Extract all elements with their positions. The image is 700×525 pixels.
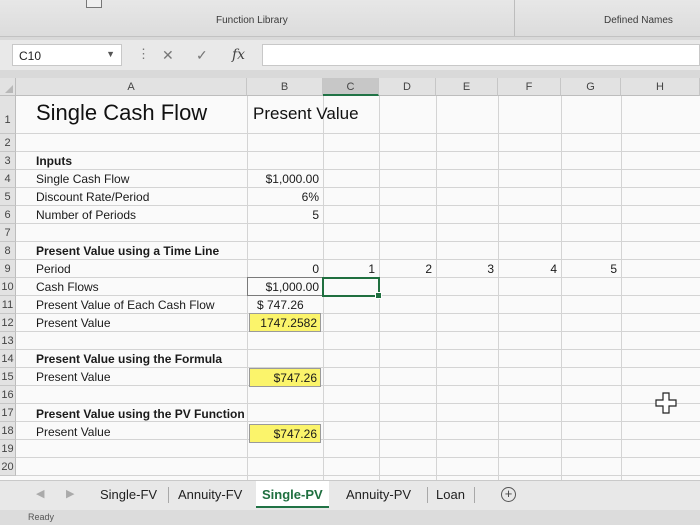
cell-a3[interactable]: Inputs — [36, 152, 72, 170]
row-header-12[interactable]: 12 — [0, 314, 16, 332]
defined-names-group-label: Defined Names — [604, 15, 673, 26]
tab-annuity-fv[interactable]: Annuity-FV — [172, 481, 248, 508]
cell-a18[interactable]: Present Value — [36, 423, 111, 441]
cell-a6[interactable]: Number of Periods — [36, 206, 136, 224]
tab-loan[interactable]: Loan — [430, 481, 471, 508]
function-library-group-label: Function Library — [216, 15, 288, 26]
cell-a10[interactable]: Cash Flows — [36, 278, 99, 296]
ribbon: Function Library Defined Names — [0, 0, 700, 37]
row-header-10[interactable]: 10 — [0, 278, 16, 296]
column-header-h[interactable]: H — [621, 78, 700, 96]
cell-b5[interactable]: 6% — [249, 188, 319, 206]
cell-b12[interactable]: 1747.2582 — [249, 314, 317, 332]
row-header-8[interactable]: 8 — [0, 242, 16, 260]
status-bar — [0, 510, 700, 525]
cell-f9[interactable]: 4 — [500, 260, 557, 278]
grid-line — [16, 475, 700, 476]
row-header-1[interactable]: 1 — [0, 96, 16, 134]
row-header-9[interactable]: 9 — [0, 260, 16, 278]
cell-b1[interactable]: Present Value — [253, 99, 359, 129]
ribbon-separator — [514, 0, 515, 36]
cell-c9[interactable]: 1 — [325, 260, 375, 278]
row-header-4[interactable]: 4 — [0, 170, 16, 188]
name-box-value: C10 — [19, 49, 42, 63]
grid-line — [621, 96, 622, 480]
cell-b10[interactable]: $1,000.00 — [249, 278, 319, 296]
row-header-14[interactable]: 14 — [0, 350, 16, 368]
grid-line — [16, 133, 700, 134]
row-header-18[interactable]: 18 — [0, 422, 16, 440]
column-header-a[interactable]: A — [16, 78, 247, 96]
cell-a15[interactable]: Present Value — [36, 368, 111, 386]
cell-b11[interactable]: $ 747.26 — [257, 296, 304, 314]
grid-line — [561, 96, 562, 480]
select-all-corner[interactable] — [0, 78, 16, 96]
document-icon — [86, 0, 102, 8]
column-header-d[interactable]: D — [379, 78, 436, 96]
tab-separator — [168, 487, 169, 503]
tab-single-pv[interactable]: Single-PV — [256, 481, 329, 508]
add-sheet-icon[interactable]: + — [501, 487, 516, 502]
row-header-17[interactable]: 17 — [0, 404, 16, 422]
cell-b4[interactable]: $1,000.00 — [249, 170, 319, 188]
grid-line — [16, 331, 700, 332]
cancel-icon[interactable]: ✕ — [162, 47, 174, 64]
row-header-7[interactable]: 7 — [0, 224, 16, 242]
scroll-tabs-right-icon[interactable]: ▶ — [66, 487, 74, 500]
column-header-c[interactable]: C — [323, 78, 379, 96]
scroll-tabs-left-icon[interactable]: ◀ — [36, 487, 44, 500]
name-box[interactable]: C10 ▼ — [12, 44, 122, 66]
grid-line — [16, 457, 700, 458]
tab-separator — [474, 487, 475, 503]
formula-input[interactable] — [262, 44, 700, 66]
row-header-11[interactable]: 11 — [0, 296, 16, 314]
column-header-e[interactable]: E — [436, 78, 498, 96]
cell-g9[interactable]: 5 — [563, 260, 617, 278]
status-text: Ready — [28, 512, 55, 522]
cell-a9[interactable]: Period — [36, 260, 71, 278]
cell-b9[interactable]: 0 — [249, 260, 319, 278]
cell-b15[interactable]: $747.26 — [249, 369, 317, 387]
insert-function-button[interactable]: fx — [232, 47, 245, 63]
row-header-6[interactable]: 6 — [0, 206, 16, 224]
row-header-20[interactable]: 20 — [0, 458, 16, 476]
grid-line — [16, 151, 700, 152]
cell-b6[interactable]: 5 — [249, 206, 319, 224]
grid-line — [436, 96, 437, 480]
cell-a14[interactable]: Present Value using the Formula — [36, 350, 222, 368]
enter-icon[interactable]: ✓ — [196, 47, 208, 64]
row-header-15[interactable]: 15 — [0, 368, 16, 386]
row-header-13[interactable]: 13 — [0, 332, 16, 350]
row-header-16[interactable]: 16 — [0, 386, 16, 404]
tab-separator — [427, 487, 428, 503]
row-header-5[interactable]: 5 — [0, 188, 16, 206]
grid-line — [16, 439, 700, 440]
grid-line — [16, 403, 700, 404]
grid-line — [498, 96, 499, 480]
column-header-f[interactable]: F — [498, 78, 561, 96]
cell-a8[interactable]: Present Value using a Time Line — [36, 242, 219, 260]
cell-a11[interactable]: Present Value of Each Cash Flow — [36, 296, 215, 314]
row-header-3[interactable]: 3 — [0, 152, 16, 170]
more-options-icon[interactable]: ⋮ — [137, 46, 150, 62]
row-header-19[interactable]: 19 — [0, 440, 16, 458]
column-header-b[interactable]: B — [247, 78, 323, 96]
selected-cell-c10[interactable] — [322, 277, 382, 299]
cell-a5[interactable]: Discount Rate/Period — [36, 188, 149, 206]
tab-single-fv[interactable]: Single-FV — [94, 481, 163, 508]
cell-a4[interactable]: Single Cash Flow — [36, 170, 129, 188]
cell-a17[interactable]: Present Value using the PV Function — [36, 405, 245, 423]
cell-a12[interactable]: Present Value — [36, 314, 111, 332]
chevron-down-icon[interactable]: ▼ — [106, 49, 115, 59]
tab-annuity-pv[interactable]: Annuity-PV — [340, 481, 417, 508]
column-header-g[interactable]: G — [561, 78, 621, 96]
cell-e9[interactable]: 3 — [438, 260, 494, 278]
cell-b18[interactable]: $747.26 — [249, 425, 317, 443]
cross-cursor-icon — [655, 392, 677, 414]
grid-line — [16, 385, 700, 386]
row-header-2[interactable]: 2 — [0, 134, 16, 152]
cell-a1[interactable]: Single Cash Flow — [36, 98, 207, 128]
cell-d9[interactable]: 2 — [381, 260, 432, 278]
